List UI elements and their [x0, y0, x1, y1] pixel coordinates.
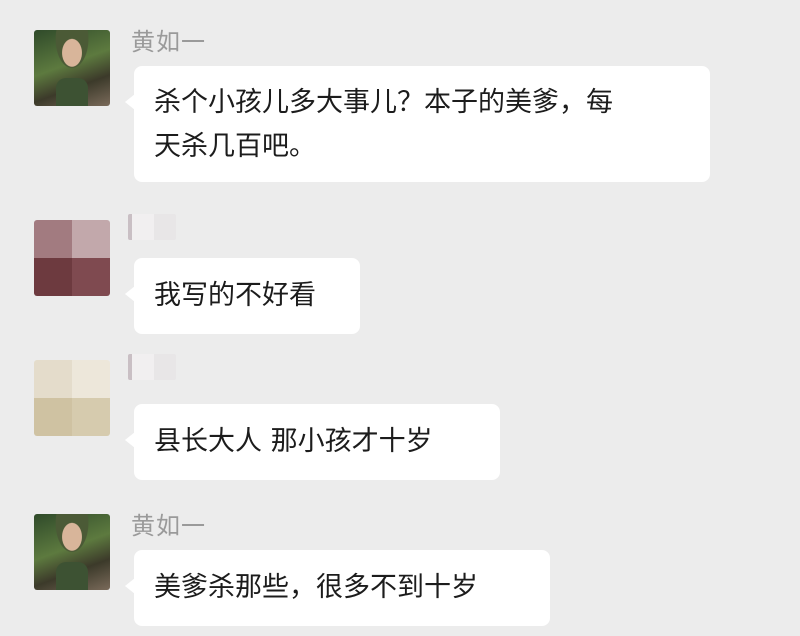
message-text: 美爹杀那些，很多不到十岁: [154, 572, 478, 603]
chat-window: 黄如一 杀个小孩儿多大事儿？本子的美爹，每 天杀几百吧。 我写的不好看 县长大人…: [0, 0, 800, 636]
message-bubble[interactable]: 杀个小孩儿多大事儿？本子的美爹，每 天杀几百吧。: [125, 66, 710, 182]
sender-avatar-huangruyi-1[interactable]: [34, 30, 110, 106]
sender-avatar-huangruyi-2[interactable]: [34, 514, 110, 590]
pixelated-avatar-icon[interactable]: [34, 360, 110, 436]
message-text-line: 天杀几百吧。: [154, 131, 316, 162]
message-bubble[interactable]: 县长大人 那小孩才十岁: [125, 404, 500, 480]
message-text: 我写的不好看: [154, 280, 316, 311]
sender-name: 黄如一: [131, 28, 206, 56]
message-bubble[interactable]: 我写的不好看: [125, 258, 360, 334]
pixelated-avatar-icon[interactable]: [34, 220, 110, 296]
message-text: 县长大人 那小孩才十岁: [154, 426, 433, 457]
sender-name-redacted: [128, 214, 176, 240]
message-bubble[interactable]: 美爹杀那些，很多不到十岁: [125, 550, 550, 626]
sender-name: 黄如一: [131, 512, 206, 540]
sender-name-redacted: [128, 354, 176, 380]
message-text-line: 杀个小孩儿多大事儿？本子的美爹，每: [154, 87, 613, 118]
